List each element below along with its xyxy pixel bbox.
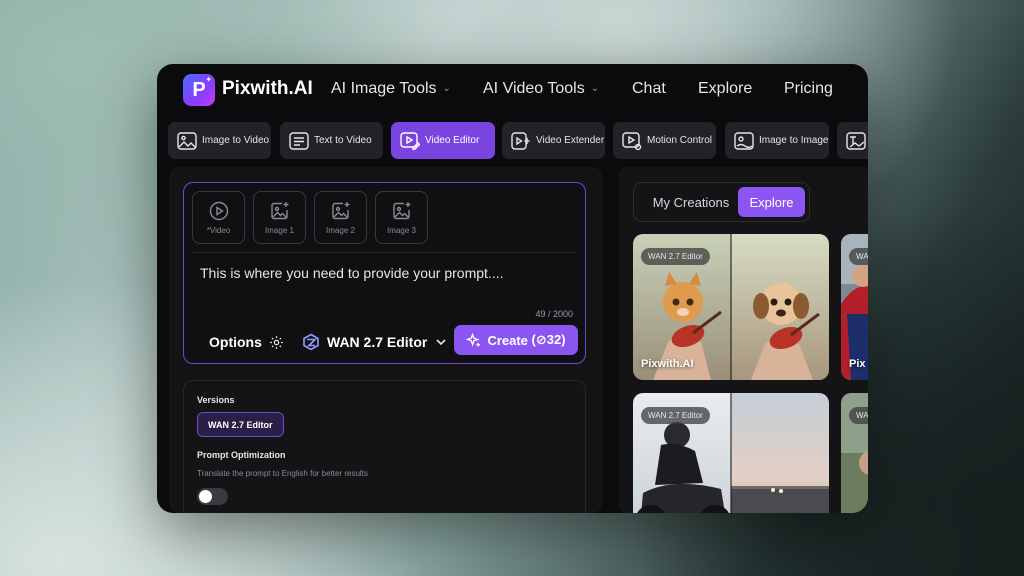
tab-my-creations[interactable]: My Creations [646,187,736,217]
video-extend-icon [511,131,530,150]
tool-label: Video Editor [425,135,480,146]
create-label: Create [487,332,528,348]
tab-explore[interactable]: Explore [738,187,805,217]
version-chip[interactable]: WAN 2.7 Editor [197,412,284,437]
char-counter: 49 / 2000 [535,309,573,319]
tool-video-editor[interactable]: Video Editor [391,122,495,159]
tool-motion-control[interactable]: Motion Control [613,122,716,159]
image-icon [177,131,197,150]
gallery-panel: My Creations Explore WAN 2.7 Editor Pixw… [618,167,868,513]
slot-label-text: Image 1 [265,225,294,235]
prompt-box: *Video Image 1 Image 2 Image 3 This is w… [183,182,586,364]
chevron-down-icon: ⌄ [590,83,600,94]
app-window: P ✦ Pixwith.AI AI Image Tools ⌄ AI Video … [157,64,868,513]
model-badge: WAN 2.7 Editor [641,407,710,424]
options-label: Options [209,334,262,350]
slot-label-text: Video [209,225,231,235]
gallery-card[interactable]: WAN Pix [841,234,868,380]
upload-image-2-slot[interactable]: Image 2 [314,191,367,244]
model-badge: WA [849,407,868,424]
model-logo-icon [303,333,319,351]
tool-label: Video Extender [536,135,605,146]
add-image-icon [331,201,349,219]
nav-chat[interactable]: Chat [632,80,666,98]
settings-section: Versions WAN 2.7 Editor Prompt Optimizat… [183,380,586,513]
nav-pricing[interactable]: Pricing [784,80,833,98]
add-image-icon [270,201,288,219]
card-caption: Pix [849,358,866,370]
add-image-icon [392,201,410,219]
upload-image-3-slot[interactable]: Image 3 [375,191,428,244]
motion-icon [622,131,642,150]
text-image-icon [846,131,866,150]
images-icon [734,131,754,150]
slot-label: *Video [207,226,230,235]
logo-letter: P [192,78,206,101]
gallery-tabs: My Creations Explore [633,182,810,222]
gallery-card[interactable]: WAN 2.7 Editor Pixwith.AI [633,234,829,380]
nav-ai-image-tools[interactable]: AI Image Tools ⌄ [331,80,451,98]
nav-ai-video-tools[interactable]: AI Video Tools ⌄ [483,80,599,98]
slot-label-text: Image 2 [326,225,355,235]
editor-panel: *Video Image 1 Image 2 Image 3 This is w… [169,167,602,513]
upload-video-slot[interactable]: *Video [192,191,245,244]
sparkle-icon [466,332,481,347]
play-icon [209,201,228,220]
prompt-input[interactable]: This is where you need to provide your p… [200,265,503,281]
chevron-down-icon: ⌄ [442,83,451,94]
logo-icon[interactable]: P ✦ [183,74,215,106]
tool-label: Motion Control [647,135,713,146]
nav-label: AI Video Tools [483,80,585,97]
model-badge: WAN [849,248,868,265]
nav-explore[interactable]: Explore [698,80,752,98]
card-caption: Pixwith.AI [641,358,694,370]
options-button[interactable]: Options [209,334,284,350]
tool-more[interactable] [837,122,868,159]
toggle-knob [199,490,212,503]
prompt-optimization-toggle[interactable] [197,488,228,505]
tool-label: Text to Video [314,135,372,146]
upload-image-1-slot[interactable]: Image 1 [253,191,306,244]
text-doc-icon [289,131,309,150]
create-button[interactable]: Create (⊘32) [454,325,578,355]
model-label: WAN 2.7 Editor [327,334,428,350]
top-nav: P ✦ Pixwith.AI AI Image Tools ⌄ AI Video … [157,64,868,116]
tool-image-to-video[interactable]: Image to Video [168,122,271,159]
tool-image-to-image[interactable]: Image to Image [725,122,829,159]
sparkle-icon: ✦ [205,75,212,84]
slot-label-text: Image 3 [387,225,416,235]
model-selector[interactable]: WAN 2.7 Editor [302,333,447,351]
tool-video-extender[interactable]: Video Extender [502,122,605,159]
tool-label: Image to Image [759,135,829,146]
tool-label: Image to Video [202,135,270,146]
credits-cost: (⊘32) [531,332,566,347]
brand-name[interactable]: Pixwith.AI [222,78,313,100]
nav-label: AI Image Tools [331,80,437,97]
gallery-card[interactable]: WA [841,393,868,513]
tool-text-to-video[interactable]: Text to Video [280,122,383,159]
chevron-down-icon [436,339,446,346]
prompt-optimization-desc: Translate the prompt to English for bett… [197,469,368,478]
model-badge: WAN 2.7 Editor [641,248,710,265]
gallery-card[interactable]: WAN 2.7 Editor [633,393,829,513]
video-edit-icon [400,131,420,150]
prompt-optimization-title: Prompt Optimization [197,450,286,460]
gear-icon [270,335,283,349]
versions-title: Versions [197,395,235,405]
divider [192,252,577,253]
